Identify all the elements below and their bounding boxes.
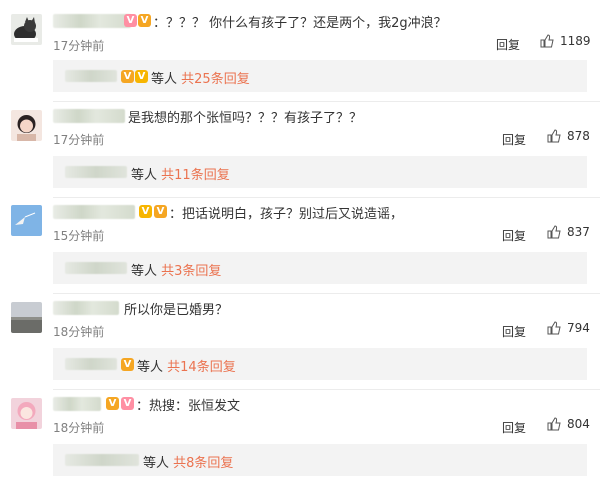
divider bbox=[53, 293, 600, 294]
sky-avatar-icon bbox=[11, 205, 42, 236]
like-count: 1189 bbox=[560, 34, 591, 48]
divider bbox=[53, 197, 600, 198]
vip-badge-icon: V bbox=[124, 14, 137, 27]
reply-count-link[interactable]: 共3条回复 bbox=[161, 264, 221, 279]
reply-count-link[interactable]: 共8条回复 bbox=[173, 456, 233, 471]
thumbs-up-icon bbox=[540, 34, 554, 48]
reply-count-link[interactable]: 共11条回复 bbox=[161, 168, 230, 183]
username-blurred[interactable] bbox=[53, 14, 131, 28]
reply-summary[interactable]: V V 等人 共25条回复 bbox=[53, 60, 587, 92]
like-button[interactable]: 794 bbox=[547, 321, 590, 335]
reply-summary[interactable]: 等人 共8条回复 bbox=[53, 444, 587, 476]
reply-button[interactable]: 回复 bbox=[502, 227, 526, 244]
reply-count-link[interactable]: 共25条回复 bbox=[181, 72, 250, 87]
reply-prefix: 等人 bbox=[137, 360, 164, 375]
divider bbox=[53, 101, 600, 102]
avatar[interactable] bbox=[11, 110, 42, 141]
avatar[interactable] bbox=[11, 14, 42, 45]
username-blurred[interactable] bbox=[53, 301, 119, 315]
vip-badge-icon: V bbox=[135, 70, 148, 83]
like-count: 794 bbox=[567, 321, 590, 335]
reply-count-link[interactable]: 共14条回复 bbox=[167, 360, 236, 375]
username-blurred[interactable] bbox=[53, 109, 125, 123]
like-button[interactable]: 804 bbox=[547, 417, 590, 431]
reply-button[interactable]: 回复 bbox=[502, 323, 526, 340]
reply-summary[interactable]: 等人 共3条回复 bbox=[53, 252, 587, 284]
reply-usernames-blurred bbox=[65, 454, 139, 466]
divider bbox=[53, 389, 600, 390]
reply-summary[interactable]: 等人 共11条回复 bbox=[53, 156, 587, 188]
like-count: 837 bbox=[567, 225, 590, 239]
comment-text: ：把话说明白，孩子？别过后又说造谣， bbox=[169, 207, 404, 222]
like-button[interactable]: 878 bbox=[547, 129, 590, 143]
comment-text: 所以你是已婚男？ bbox=[124, 303, 229, 318]
vip-badge-icon: V bbox=[139, 205, 152, 218]
avatar[interactable] bbox=[11, 398, 42, 429]
reply-usernames-blurred bbox=[65, 358, 117, 370]
like-count: 804 bbox=[567, 417, 590, 431]
reply-usernames-blurred bbox=[65, 166, 127, 178]
comment-text: 是我想的那个张恒吗？？？有孩子了？？ bbox=[128, 111, 363, 126]
like-button[interactable]: 837 bbox=[547, 225, 590, 239]
reply-prefix: 等人 bbox=[131, 168, 158, 183]
reply-button[interactable]: 回复 bbox=[502, 419, 526, 436]
landscape-avatar-icon bbox=[11, 302, 42, 333]
comment-text: ：热搜：张恒发文 bbox=[136, 399, 241, 414]
avatar[interactable] bbox=[11, 302, 42, 333]
like-count: 878 bbox=[567, 129, 590, 143]
comment-text: ：？？？ 你什么有孩子了？还是两个，我2g冲浪？ bbox=[153, 16, 447, 31]
thumbs-up-icon bbox=[547, 321, 561, 335]
comment-time: 17分钟前 bbox=[53, 133, 105, 147]
reply-prefix: 等人 bbox=[151, 72, 178, 87]
comment-time: 15分钟前 bbox=[53, 229, 105, 243]
reply-prefix: 等人 bbox=[143, 456, 170, 471]
comment-time: 18分钟前 bbox=[53, 325, 105, 339]
reply-usernames-blurred bbox=[65, 70, 117, 82]
cat-avatar-icon bbox=[11, 14, 42, 45]
girl-avatar-icon bbox=[11, 110, 42, 141]
thumbs-up-icon bbox=[547, 129, 561, 143]
thumbs-up-icon bbox=[547, 417, 561, 431]
reply-button[interactable]: 回复 bbox=[496, 36, 520, 53]
comment-time: 17分钟前 bbox=[53, 39, 105, 53]
reply-usernames-blurred bbox=[65, 262, 127, 274]
thumbs-up-icon bbox=[547, 225, 561, 239]
vip-badge-icon: V bbox=[121, 397, 134, 410]
reply-prefix: 等人 bbox=[131, 264, 158, 279]
vip-badge-icon: V bbox=[121, 70, 134, 83]
like-button[interactable]: 1189 bbox=[540, 34, 591, 48]
avatar[interactable] bbox=[11, 205, 42, 236]
vip-badge-icon: V bbox=[106, 397, 119, 410]
username-blurred[interactable] bbox=[53, 397, 101, 411]
reply-summary[interactable]: V 等人 共14条回复 bbox=[53, 348, 587, 380]
reply-button[interactable]: 回复 bbox=[502, 131, 526, 148]
anime-avatar-icon bbox=[11, 398, 42, 429]
vip-badge-icon: V bbox=[121, 358, 134, 371]
comment-time: 18分钟前 bbox=[53, 421, 105, 435]
vip-badge-icon: V bbox=[154, 205, 167, 218]
username-blurred[interactable] bbox=[53, 205, 135, 219]
vip-badge-icon: V bbox=[138, 14, 151, 27]
